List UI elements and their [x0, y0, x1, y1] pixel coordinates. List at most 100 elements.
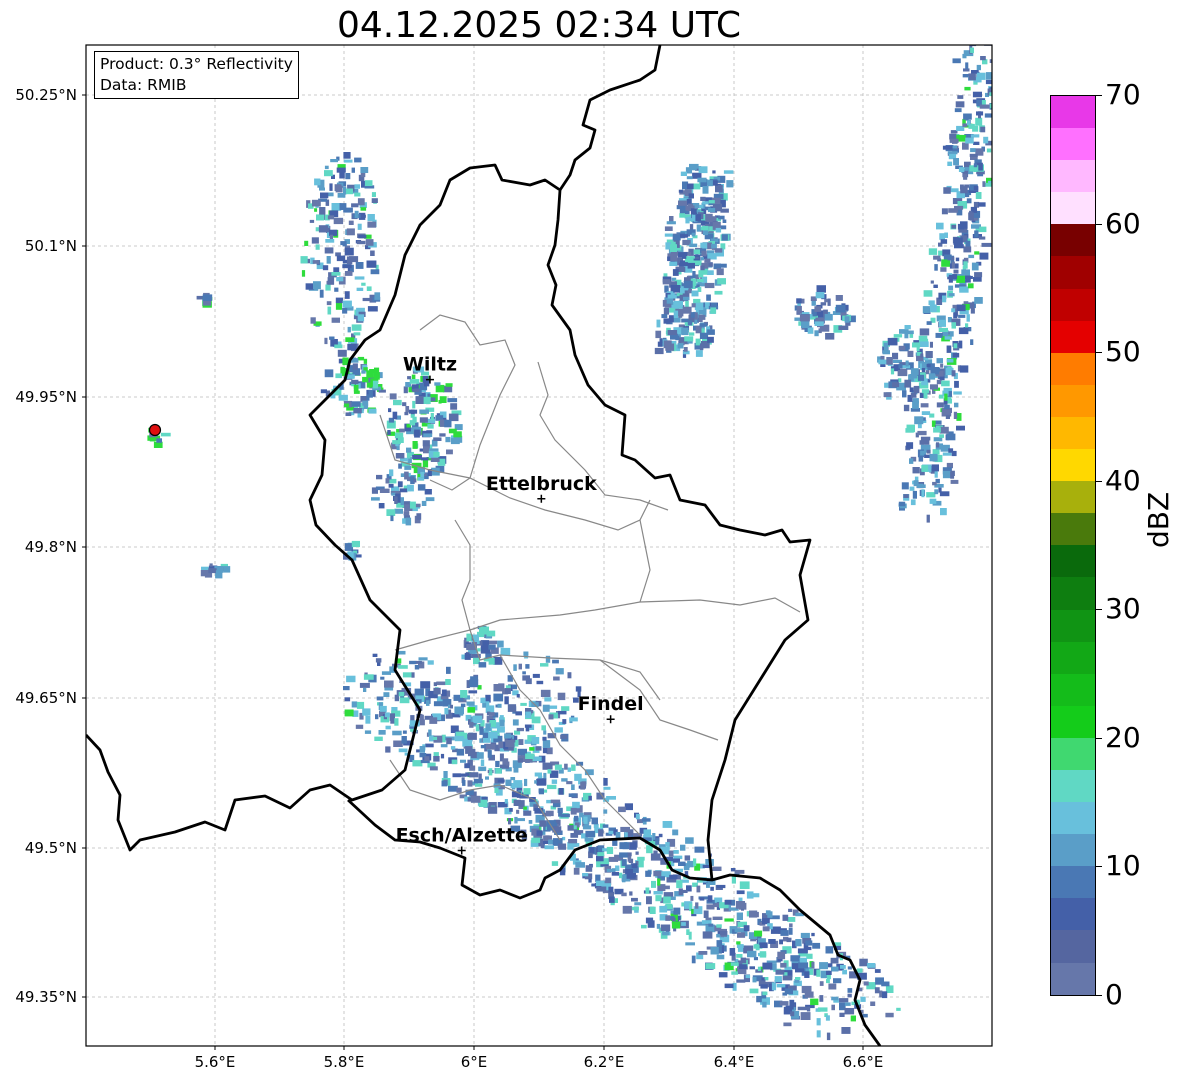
echo-cell	[588, 878, 592, 883]
echo-cell	[434, 382, 441, 386]
echo-cell	[844, 316, 850, 323]
echo-cell	[913, 480, 919, 487]
echo-cell	[785, 1005, 794, 1010]
echo-cell	[421, 500, 427, 506]
echo-cell	[752, 976, 757, 983]
echo-cell	[347, 326, 351, 333]
echo-cell	[546, 747, 553, 755]
echo-cell	[357, 314, 365, 322]
lon-label: 5.6°E	[195, 1053, 236, 1071]
echo-cell	[795, 939, 802, 947]
echo-cell	[954, 244, 964, 249]
echo-cell	[589, 847, 595, 853]
echo-cell	[438, 400, 442, 404]
echo-cell	[886, 357, 893, 365]
echo-cell	[525, 727, 530, 732]
echo-cell	[702, 201, 709, 205]
echo-cell	[999, 100, 1003, 107]
echo-cell	[731, 971, 738, 975]
echo-cell	[368, 389, 373, 398]
echo-cell	[845, 304, 849, 311]
echo-cell	[702, 186, 709, 194]
echo-cell	[948, 274, 953, 283]
echo-cell	[325, 284, 331, 291]
echo-cell	[691, 232, 696, 237]
echo-cell	[618, 806, 626, 813]
echo-cell	[702, 931, 713, 939]
echo-cell	[340, 241, 347, 246]
echo-cell	[472, 715, 483, 724]
y-axis-ticks: 50.25°N 50.1°N 49.95°N 49.8°N 49.65°N 49…	[15, 86, 86, 1006]
echo-cell	[423, 433, 433, 437]
echo-cell	[973, 141, 980, 145]
echo-cell	[547, 769, 552, 774]
echo-cell	[979, 252, 989, 260]
echo-cell	[761, 977, 765, 981]
echo-cell	[368, 408, 377, 414]
echo-cell	[428, 729, 432, 736]
echo-cell	[958, 327, 969, 335]
echo-cell	[497, 640, 504, 648]
echo-cell	[405, 517, 412, 526]
echo-cell	[545, 810, 554, 817]
echo-cell	[941, 380, 950, 387]
echo-cell	[356, 701, 365, 709]
echo-cell	[655, 838, 660, 845]
echo-cell	[545, 655, 551, 663]
echo-cell	[656, 923, 660, 929]
echo-cell	[446, 737, 452, 745]
echo-cell	[656, 319, 661, 328]
echo-cell	[304, 240, 309, 246]
echo-cell	[688, 193, 694, 199]
echo-cell	[493, 684, 504, 692]
echo-cell	[625, 869, 633, 875]
echo-cell	[883, 392, 892, 397]
echo-cell	[398, 665, 408, 669]
echo-cell	[333, 217, 344, 225]
echo-cell	[930, 384, 938, 390]
echo-cell	[936, 402, 944, 408]
echo-cell	[962, 123, 968, 127]
echo-cell	[448, 428, 457, 434]
echo-cell	[945, 414, 950, 419]
echo-cell	[964, 184, 970, 188]
echo-cell	[536, 778, 547, 786]
echo-cell	[919, 440, 930, 445]
echo-cell	[898, 363, 903, 369]
echo-cell	[460, 690, 468, 698]
echo-cell	[689, 163, 699, 169]
echo-cell	[343, 686, 350, 691]
echo-cell	[932, 449, 940, 455]
echo-cell	[424, 756, 430, 761]
echo-cell	[371, 192, 376, 197]
echo-cell	[452, 773, 461, 778]
echo-cell	[361, 282, 366, 286]
echo-cell	[416, 660, 422, 664]
echo-cell	[712, 170, 716, 174]
echo-cell	[913, 385, 920, 394]
echo-cell	[335, 297, 343, 304]
echo-cell	[417, 484, 426, 491]
echo-cell	[716, 940, 723, 948]
echo-cell	[944, 232, 948, 238]
echo-cell	[394, 718, 399, 726]
echo-cell	[949, 138, 959, 143]
echo-cell	[319, 207, 326, 215]
echo-cell	[346, 675, 356, 683]
colorbar-segment	[1051, 545, 1095, 578]
echo-cell	[478, 766, 487, 772]
echo-cell	[354, 157, 362, 163]
echo-cell	[806, 953, 813, 959]
echo-cell	[918, 341, 929, 347]
echo-cell	[345, 173, 351, 180]
echo-cell	[691, 290, 699, 297]
echo-cell	[863, 981, 869, 986]
echo-cell	[499, 719, 505, 727]
echo-cell	[541, 725, 546, 731]
echo-cell	[904, 379, 912, 388]
echo-cell	[703, 910, 709, 918]
echo-cell	[488, 732, 498, 739]
echo-cell	[402, 402, 407, 407]
echo-cell	[319, 187, 325, 191]
echo-cell	[925, 351, 933, 358]
